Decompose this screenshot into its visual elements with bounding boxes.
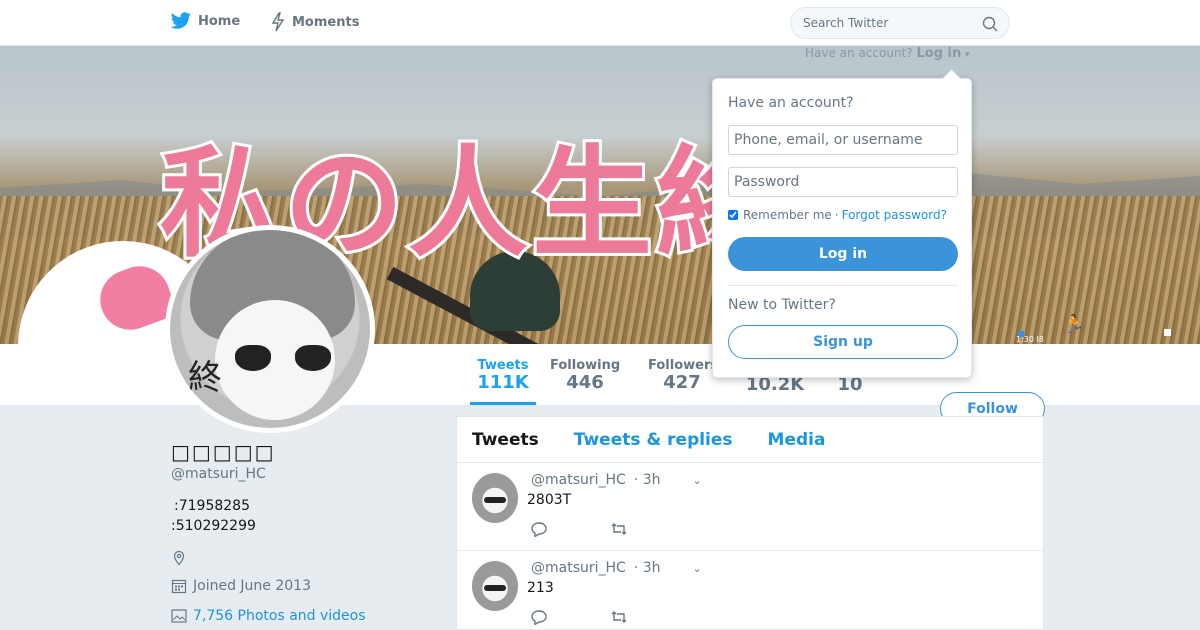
- stat-label: Tweets: [477, 358, 529, 373]
- nav-moments-label: Moments: [292, 14, 360, 30]
- login-button[interactable]: Log in: [728, 237, 958, 271]
- stat-tweets[interactable]: Tweets 111K: [470, 358, 536, 405]
- dropdown-heading: Have an account?: [728, 95, 854, 111]
- divider: [728, 285, 958, 286]
- tweet-actions: [530, 521, 628, 537]
- search-box: [790, 7, 1010, 39]
- username-field[interactable]: [728, 125, 958, 155]
- new-to-twitter-heading: New to Twitter?: [728, 297, 836, 313]
- retweet-icon[interactable]: [610, 521, 628, 537]
- timeline-tabs: Tweets Tweets & replies Media: [457, 417, 1043, 463]
- search-input[interactable]: [803, 8, 983, 38]
- photos-videos-link[interactable]: 7,756 Photos and videos: [193, 608, 366, 624]
- joined-text: Joined June 2013: [193, 578, 311, 594]
- profile-bio: :71958285 :510292299: [171, 496, 441, 536]
- tweet-text: 213: [527, 580, 554, 596]
- chevron-down-icon[interactable]: ⌄: [693, 562, 702, 575]
- profile-media[interactable]: 7,756 Photos and videos: [171, 608, 441, 624]
- tweet-header: @matsuri_HC · 3h ⌄: [531, 560, 702, 576]
- avatar[interactable]: 終: [165, 225, 375, 433]
- top-navigation: Home Moments: [0, 0, 1200, 46]
- location-pin-icon: [173, 550, 185, 566]
- chevron-down-icon[interactable]: ⌄: [693, 474, 702, 487]
- nav-moments[interactable]: Moments: [270, 12, 359, 32]
- profile-handle[interactable]: @matsuri_HC: [171, 466, 441, 482]
- remember-label: Remember me: [743, 208, 832, 222]
- remember-row: Remember me · Forgot password?: [728, 208, 947, 222]
- avatar-left-eye: [235, 345, 271, 371]
- tweet[interactable]: @matsuri_HC · 3h ⌄ 213: [457, 551, 1043, 630]
- hud-square: [1164, 329, 1171, 336]
- search-icon[interactable]: [982, 16, 998, 32]
- avatar-right-eye: [295, 345, 331, 371]
- running-figure-icon: 🏃: [1063, 314, 1086, 335]
- tab-media[interactable]: Media: [768, 430, 826, 450]
- signup-button[interactable]: Sign up: [728, 325, 958, 359]
- tweet-header: @matsuri_HC · 3h ⌄: [531, 472, 702, 488]
- tweet-avatar[interactable]: [472, 561, 518, 611]
- retweet-icon[interactable]: [610, 609, 628, 625]
- nav-home[interactable]: Home: [170, 12, 240, 30]
- tweet-handle[interactable]: @matsuri_HC: [531, 472, 626, 488]
- stat-label: Following: [550, 358, 621, 373]
- profile-name[interactable]: □□□□□: [171, 440, 441, 464]
- stat-label: Followers: [648, 358, 719, 373]
- tweet[interactable]: @matsuri_HC · 3h ⌄ 2803T: [457, 463, 1043, 551]
- forgot-password-link[interactable]: Forgot password?: [842, 208, 947, 222]
- tweet-time[interactable]: · 3h: [634, 560, 661, 576]
- profile-location: [171, 550, 441, 566]
- remember-checkbox[interactable]: [728, 210, 738, 220]
- tab-tweets-replies[interactable]: Tweets & replies: [574, 430, 733, 450]
- login-dropdown: Have an account? Remember me · Forgot pa…: [712, 78, 972, 378]
- tab-tweets[interactable]: Tweets: [472, 430, 539, 450]
- tweet-avatar[interactable]: [472, 473, 518, 523]
- reply-icon[interactable]: [530, 521, 548, 537]
- stat-following[interactable]: Following 446: [550, 358, 620, 393]
- bio-line: :510292299: [171, 518, 256, 534]
- reply-icon[interactable]: [530, 609, 548, 625]
- hud-time: 1:30 l8: [1016, 335, 1044, 344]
- calendar-icon: [171, 579, 187, 594]
- login-hint: Have an account? Log in ▾: [805, 46, 970, 61]
- timeline: Tweets Tweets & replies Media @matsuri_H…: [456, 416, 1044, 630]
- nav-home-label: Home: [198, 13, 241, 29]
- tweet-time[interactable]: · 3h: [634, 472, 661, 488]
- stat-value: 111K: [477, 372, 529, 393]
- password-field[interactable]: [728, 167, 958, 197]
- separator-dot: ·: [834, 208, 839, 222]
- login-hint-question: Have an account?: [805, 46, 913, 60]
- login-hint-link[interactable]: Log in: [916, 46, 961, 61]
- stat-followers[interactable]: Followers 427: [648, 358, 719, 393]
- tweet-handle[interactable]: @matsuri_HC: [531, 560, 626, 576]
- photo-icon: [171, 609, 187, 623]
- lightning-icon: [271, 12, 285, 32]
- tweet-actions: [530, 609, 628, 625]
- chevron-down-icon[interactable]: ▾: [965, 50, 970, 60]
- twitter-bird-icon: [170, 12, 191, 29]
- stat-value: 427: [663, 372, 701, 393]
- profile-sidebar: □□□□□ @matsuri_HC :71958285 :510292299 J…: [171, 440, 441, 624]
- profile-joined: Joined June 2013: [171, 578, 441, 594]
- bio-line: :71958285: [174, 498, 250, 514]
- avatar-kanji: 終: [188, 358, 222, 398]
- tweet-text: 2803T: [527, 492, 572, 508]
- stat-value: 446: [566, 372, 604, 393]
